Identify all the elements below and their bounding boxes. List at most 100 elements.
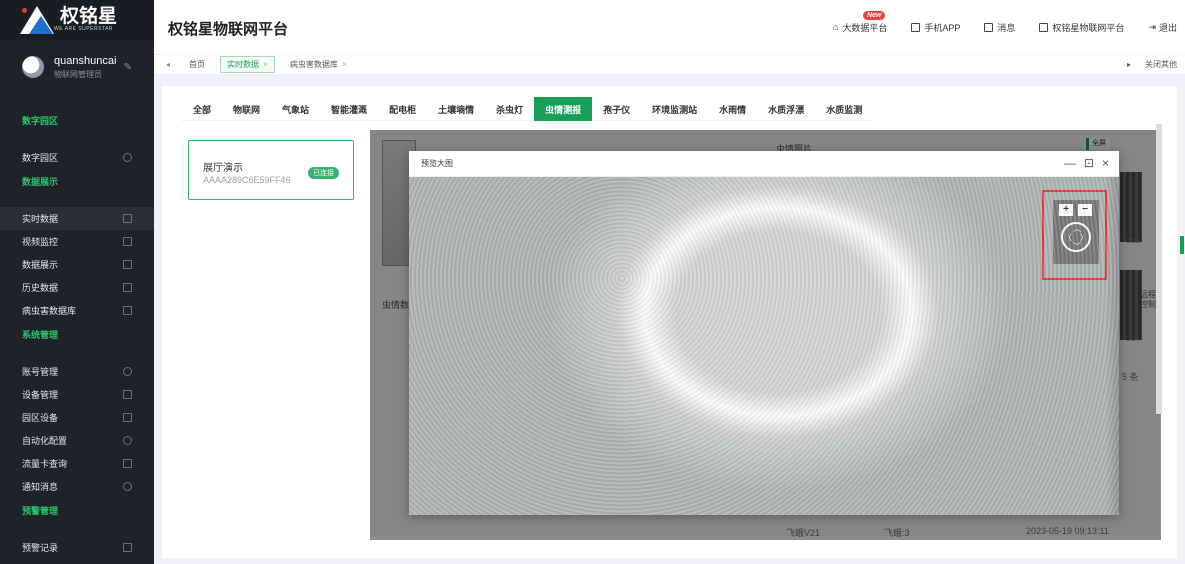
menu-group-alarm: 预警管理 xyxy=(22,505,59,516)
page-title: 权铭星物联网平台 xyxy=(168,21,289,38)
sidebar-item-label: 数字园区 xyxy=(22,153,59,163)
camera-icon xyxy=(123,237,132,246)
user-profile[interactable]: quanshuncai 物联网管理员 ✎ xyxy=(0,40,154,94)
gear-icon xyxy=(123,436,132,445)
sidebar-item-video-monitor[interactable]: 视频监控 xyxy=(0,230,154,253)
arrow-up-icon[interactable]: ︿ xyxy=(1073,225,1081,233)
sidebar-item-label: 历史数据 xyxy=(22,283,59,293)
phone-icon xyxy=(911,22,921,32)
category-tab-water-monitor[interactable]: 水质监测 xyxy=(815,97,873,121)
device-card[interactable]: 展厅演示 AAAA289C6E59FF46 已连接 xyxy=(188,140,354,200)
sidebar-item-account[interactable]: 账号管理 xyxy=(0,360,154,383)
category-tab-soil[interactable]: 土壤墒情 xyxy=(427,97,485,121)
edit-icon[interactable]: ✎ xyxy=(124,62,132,73)
sidebar-item-digital-park[interactable]: 数字园区 xyxy=(0,146,154,169)
calendar-icon xyxy=(123,283,132,292)
category-tab-rain[interactable]: 水雨情 xyxy=(708,97,757,121)
minimize-icon[interactable]: — xyxy=(1064,157,1076,169)
chart-icon xyxy=(123,214,132,223)
device-name: 展厅演示 xyxy=(203,163,243,174)
brand-logo-icon xyxy=(20,6,54,34)
tab-scroll-right-icon[interactable]: ▸ xyxy=(1127,60,1131,69)
top-header: 权铭星物联网平台 ⌂ 大数据平台 New 手机APP 消息 权铭星物联网平台 ⇥… xyxy=(154,0,1185,54)
preview-dialog-header[interactable]: 预览大图 — ⊡ × xyxy=(409,151,1119,177)
sidebar-item-label: 数据展示 xyxy=(22,260,59,270)
arrow-down-icon[interactable]: ﹀ xyxy=(1073,243,1081,251)
sidebar-item-notifications[interactable]: 通知消息 xyxy=(0,475,154,498)
maximize-icon[interactable]: ⊡ xyxy=(1084,157,1094,169)
tab-pest-database[interactable]: 病虫害数据库 × xyxy=(283,56,354,73)
menu-group-digital-park: 数字园区 xyxy=(22,115,59,126)
page-scroll-indicator xyxy=(1180,236,1184,254)
sidebar-item-pest-database[interactable]: 病虫害数据库 xyxy=(0,299,154,322)
tab-scroll-left-icon[interactable]: ◂ xyxy=(154,60,182,69)
category-tab-iot[interactable]: 物联网 xyxy=(222,97,271,121)
image-edge xyxy=(1105,177,1119,515)
logout-button[interactable]: ⇥ 退出 xyxy=(1148,21,1177,34)
grid-icon xyxy=(123,413,132,422)
sidebar-item-label: 设备管理 xyxy=(22,390,59,400)
close-icon[interactable]: × xyxy=(342,60,347,69)
sidebar-item-label: 病虫害数据库 xyxy=(22,306,77,316)
device-icon xyxy=(123,390,132,399)
mobile-app-button[interactable]: 手机APP xyxy=(911,21,960,34)
home-icon: ⌂ xyxy=(832,22,839,32)
avatar[interactable] xyxy=(22,56,44,78)
sidebar-item-alarm-records[interactable]: 预警记录 xyxy=(0,536,154,559)
zoom-out-button[interactable]: − xyxy=(1078,204,1092,216)
monitor-icon xyxy=(123,260,132,269)
tab-bar: ◂ 首页 实时数据 × 病虫害数据库 × ▸ 关闭其他 xyxy=(154,54,1185,74)
bigdata-platform-button[interactable]: ⌂ 大数据平台 New xyxy=(832,10,888,34)
ptz-control-panel: + − ︿ 〈 〉 ﹀ xyxy=(1053,200,1099,264)
iot-platform-button[interactable]: 权铭星物联网平台 xyxy=(1039,21,1124,34)
brand-subtitle: WE ARE SUPERSTAR xyxy=(54,26,114,32)
sidebar-item-park-device[interactable]: 园区设备 xyxy=(0,406,154,429)
arrow-left-icon[interactable]: 〈 xyxy=(1064,234,1072,242)
sidebar-item-label: 视频监控 xyxy=(22,237,59,247)
sidebar-item-label: 实时数据 xyxy=(22,214,59,224)
ptz-control-highlight: + − ︿ 〈 〉 ﹀ xyxy=(1042,190,1107,280)
messages-label: 消息 xyxy=(997,22,1016,33)
mobile-app-label: 手机APP xyxy=(924,22,961,33)
tab-label: 病虫害数据库 xyxy=(289,60,338,69)
tab-realtime-data[interactable]: 实时数据 × xyxy=(220,56,275,73)
category-tab-irrigation[interactable]: 智能灌溉 xyxy=(320,97,378,121)
compass-icon xyxy=(123,153,132,162)
document-icon xyxy=(123,543,132,552)
sidebar-item-automation[interactable]: 自动化配置 xyxy=(0,429,154,452)
bigdata-label: 大数据平台 xyxy=(842,22,888,33)
close-icon[interactable]: × xyxy=(1102,157,1109,169)
category-tab-water-buoy[interactable]: 水质浮漂 xyxy=(757,97,815,121)
brand-name: 权铭星 xyxy=(60,6,118,27)
category-tabs: 全部 物联网 气象站 智能灌溉 配电柜 土壤墒情 杀虫灯 虫情测报 孢子仪 环境… xyxy=(182,97,874,121)
category-tab-all[interactable]: 全部 xyxy=(182,97,222,121)
arrow-right-icon[interactable]: 〉 xyxy=(1080,234,1088,242)
category-tab-pest-forecast[interactable]: 虫情测报 xyxy=(534,97,593,121)
direction-pad[interactable]: ︿ 〈 〉 ﹀ xyxy=(1061,222,1091,252)
scrollbar[interactable] xyxy=(1156,124,1162,414)
menu-group-system: 系统管理 xyxy=(22,329,59,340)
messages-button[interactable]: 消息 xyxy=(984,21,1015,34)
zoom-in-button[interactable]: + xyxy=(1059,204,1073,216)
preview-image: + − ︿ 〈 〉 ﹀ xyxy=(409,177,1119,515)
category-tab-weather[interactable]: 气象站 xyxy=(271,97,320,121)
iot-platform-label: 权铭星物联网平台 xyxy=(1052,22,1125,33)
sidebar-item-label: 预警记录 xyxy=(22,543,59,553)
brand-logo[interactable]: 权铭星 WE ARE SUPERSTAR xyxy=(0,0,154,40)
menu-group-data-display: 数据展示 xyxy=(22,176,59,187)
sidebar-item-realtime-data[interactable]: 实时数据 xyxy=(0,207,154,230)
close-icon[interactable]: × xyxy=(263,60,268,69)
category-tab-insect-lamp[interactable]: 杀虫灯 xyxy=(485,97,534,121)
tab-home[interactable]: 首页 xyxy=(182,56,212,73)
device-id: AAAA289C6E59FF46 xyxy=(203,175,291,185)
sidebar-item-device-manage[interactable]: 设备管理 xyxy=(0,383,154,406)
category-tab-spore[interactable]: 孢子仪 xyxy=(592,97,641,121)
database-icon xyxy=(123,306,132,315)
sidebar-item-sim-query[interactable]: 流量卡查询 xyxy=(0,452,154,475)
sidebar-item-data-display[interactable]: 数据展示 xyxy=(0,253,154,276)
user-icon xyxy=(123,367,132,376)
category-tab-env-station[interactable]: 环境监测站 xyxy=(641,97,708,121)
category-tab-power[interactable]: 配电柜 xyxy=(378,97,427,121)
close-others-button[interactable]: ▸ 关闭其他 xyxy=(1127,59,1177,70)
sidebar-item-history-data[interactable]: 历史数据 xyxy=(0,276,154,299)
